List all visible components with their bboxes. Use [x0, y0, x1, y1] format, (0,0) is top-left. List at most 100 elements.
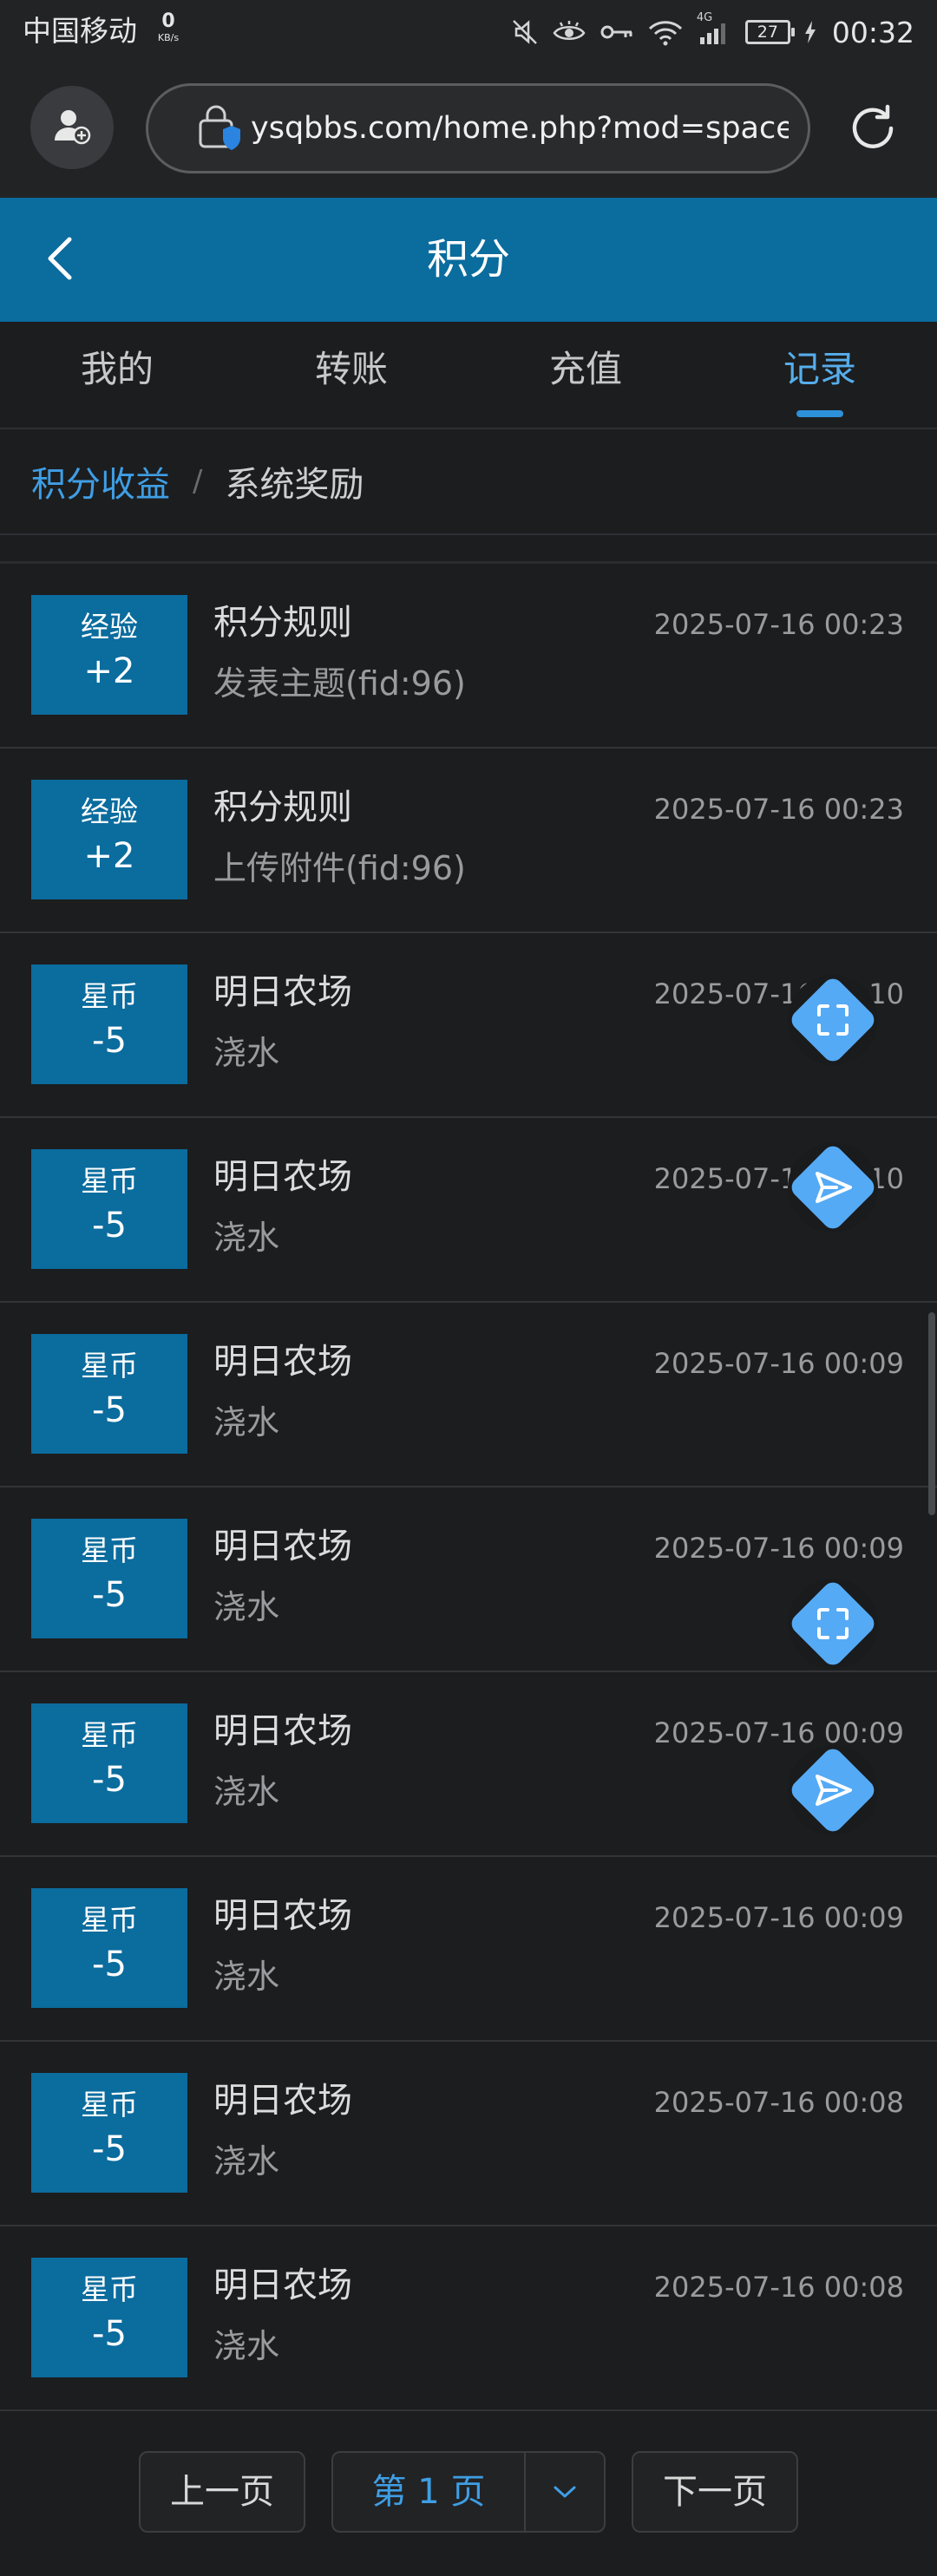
record-item[interactable]: 经验 +2 积分规则 发表主题(fid:96) 2025-07-16 00:23 — [0, 564, 937, 749]
credit-amount: +2 — [83, 651, 135, 691]
tab-bar: 我的 转账 充值 记录 — [0, 322, 937, 429]
breadcrumb: 积分收益 / 系统奖励 — [0, 429, 937, 535]
status-bar: 中国移动 0 KB/s 4G 27 00:32 — [0, 0, 937, 66]
screenshot-fab[interactable] — [787, 974, 879, 1066]
profile-button[interactable] — [30, 86, 114, 169]
breadcrumb-current: 系统奖励 — [225, 465, 364, 505]
user-add-icon — [52, 106, 92, 149]
record-title: 明日农场 — [213, 1896, 352, 1936]
record-time: 2025-07-16 00:23 — [653, 793, 904, 826]
browser-toolbar: ysqbbs.com/home.php?mod=spacecp — [0, 66, 937, 198]
signal-icon: 4G — [697, 11, 731, 46]
record-title: 明日农场 — [213, 1711, 352, 1751]
credit-badge: 星币 -5 — [31, 1888, 187, 2008]
pagination: 上一页 第 1 页 下一页 — [0, 2411, 937, 2576]
record-time: 2025-07-16 00:08 — [653, 2086, 904, 2119]
battery-icon: 27 — [744, 20, 795, 44]
page-header: 积分 — [0, 198, 937, 322]
credit-badge: 星币 -5 — [31, 1703, 187, 1823]
battery-level: 27 — [757, 23, 778, 42]
credit-amount: -5 — [92, 2129, 127, 2169]
record-title: 明日农场 — [213, 1527, 352, 1566]
record-title: 明日农场 — [213, 1342, 352, 1382]
record-title: 明日农场 — [213, 1157, 352, 1197]
credit-amount: -5 — [92, 1206, 127, 1246]
breadcrumb-separator: / — [193, 464, 203, 499]
screenshot-icon — [817, 1608, 849, 1639]
breadcrumb-link-earnings[interactable]: 积分收益 — [31, 456, 170, 507]
current-page[interactable]: 第 1 页 — [333, 2453, 526, 2531]
record-list: 经验 +2 积分规则 发表主题(fid:96) 2025-07-16 00:23… — [0, 564, 937, 2411]
carrier-name: 中国移动 — [23, 14, 137, 48]
chevron-down-icon — [554, 2486, 576, 2498]
record-time: 2025-07-16 00:08 — [653, 2271, 904, 2304]
record-title: 积分规则 — [213, 788, 352, 827]
status-icons: 4G 27 00:32 — [511, 10, 914, 54]
credit-type: 经验 — [81, 794, 138, 828]
credit-badge: 经验 +2 — [31, 780, 187, 899]
record-description: 浇水 — [213, 1403, 280, 1442]
scrollbar-thumb[interactable] — [928, 1312, 935, 1515]
network-speed-unit: KB/s — [157, 32, 180, 43]
record-item[interactable]: 经验 +2 积分规则 上传附件(fid:96) 2025-07-16 00:23 — [0, 749, 937, 933]
prev-page-button[interactable]: 上一页 — [139, 2451, 305, 2533]
record-time: 2025-07-16 00:09 — [653, 1716, 904, 1749]
record-item[interactable]: 星币 -5 明日农场 浇水 2025-07-16 00:08 — [0, 2042, 937, 2226]
reload-button[interactable] — [842, 99, 904, 161]
credit-amount: +2 — [83, 836, 135, 876]
record-description: 上传附件(fid:96) — [213, 849, 466, 887]
record-title: 明日农场 — [213, 972, 352, 1012]
charging-icon — [804, 20, 816, 44]
tab-transfer[interactable]: 转账 — [234, 322, 468, 428]
eye-comfort-icon — [553, 19, 586, 45]
tab-mine[interactable]: 我的 — [0, 322, 234, 428]
record-item[interactable]: 星币 -5 明日农场 浇水 2025-07-16 00:09 — [0, 1303, 937, 1487]
page-select[interactable]: 第 1 页 — [331, 2451, 606, 2533]
page-title: 积分 — [426, 235, 510, 284]
tab-records[interactable]: 记录 — [703, 322, 937, 428]
credit-type: 经验 — [81, 610, 138, 644]
send-fab[interactable] — [787, 1141, 879, 1233]
mute-icon — [511, 18, 539, 46]
credit-badge: 星币 -5 — [31, 1334, 187, 1454]
screenshot-fab[interactable] — [787, 1578, 879, 1670]
send-icon — [816, 1775, 852, 1806]
record-description: 浇水 — [213, 1958, 280, 1996]
record-time: 2025-07-16 00:09 — [653, 1901, 904, 1934]
address-bar[interactable]: ysqbbs.com/home.php?mod=spacecp — [146, 83, 810, 173]
page-dropdown-toggle[interactable] — [526, 2453, 604, 2531]
record-item[interactable]: 星币 -5 明日农场 浇水 2025-07-16 00:08 — [0, 2226, 937, 2411]
credit-badge: 星币 -5 — [31, 2258, 187, 2377]
credit-amount: -5 — [92, 1945, 127, 1984]
network-type: 4G — [696, 11, 713, 24]
credit-type: 星币 — [81, 1903, 138, 1937]
credit-amount: -5 — [92, 1021, 127, 1061]
wifi-icon — [648, 18, 683, 46]
credit-type: 星币 — [81, 1349, 138, 1383]
tab-recharge[interactable]: 充值 — [468, 322, 703, 428]
send-fab[interactable] — [787, 1744, 879, 1836]
send-icon — [816, 1172, 852, 1203]
next-page-button[interactable]: 下一页 — [632, 2451, 798, 2533]
credit-type: 星币 — [81, 1533, 138, 1567]
screenshot-icon — [817, 1004, 849, 1036]
record-item[interactable]: 星币 -5 明日农场 浇水 2025-07-16 00:09 — [0, 1857, 937, 2042]
key-icon — [600, 22, 634, 42]
credit-type: 星币 — [81, 1718, 138, 1752]
record-description: 发表主题(fid:96) — [213, 664, 466, 703]
credit-amount: -5 — [92, 2314, 127, 2354]
reload-icon — [846, 101, 900, 159]
url-text[interactable]: ysqbbs.com/home.php?mod=spacecp — [251, 111, 789, 146]
credit-badge: 经验 +2 — [31, 595, 187, 715]
record-description: 浇水 — [213, 1219, 280, 1257]
record-description: 浇水 — [213, 1034, 280, 1072]
credit-amount: -5 — [92, 1390, 127, 1430]
record-description: 浇水 — [213, 2327, 280, 2365]
credit-type: 星币 — [81, 979, 138, 1013]
network-speed: 0 KB/s — [151, 10, 186, 43]
credit-badge: 星币 -5 — [31, 964, 187, 1084]
credit-type: 星币 — [81, 2088, 138, 2122]
credit-type: 星币 — [81, 1164, 138, 1198]
credit-badge: 星币 -5 — [31, 2073, 187, 2193]
network-speed-value: 0 — [161, 10, 175, 32]
